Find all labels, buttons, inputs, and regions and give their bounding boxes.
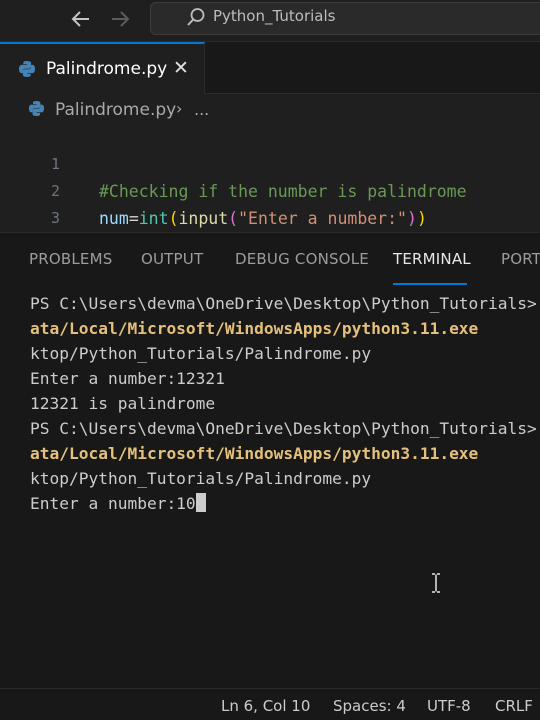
search-text: Python_Tutorials <box>213 7 336 25</box>
tab-debug-console[interactable]: DEBUG CONSOLE <box>235 250 369 268</box>
forward-arrow-icon[interactable] <box>107 6 133 32</box>
status-encoding[interactable]: UTF-8 <box>427 697 471 715</box>
code-line: 4 rev=0 <box>0 205 540 232</box>
python-icon <box>28 100 45 117</box>
status-cursor-position[interactable]: Ln 6, Col 10 <box>221 697 310 715</box>
breadcrumb: Palindrome.py › ... <box>0 94 540 124</box>
tab-problems[interactable]: PROBLEMS <box>29 250 112 268</box>
text-cursor-icon <box>431 573 441 593</box>
terminal-cursor <box>195 493 206 512</box>
terminal-line: ktop/Python_Tutorials/Palindrome.py <box>30 344 372 363</box>
bottom-panel: PROBLEMS OUTPUT DEBUG CONSOLE TERMINAL P… <box>0 232 540 688</box>
tab-terminal[interactable]: TERMINAL <box>393 250 471 268</box>
command-center-search[interactable] <box>150 2 540 35</box>
breadcrumb-separator: › <box>176 99 183 118</box>
tab-output[interactable]: OUTPUT <box>141 250 203 268</box>
code-line: 3 temp=num <box>0 178 540 227</box>
breadcrumb-more[interactable]: ... <box>194 100 209 119</box>
editor-tab-bar: Palindrome.py ✕ <box>0 42 540 94</box>
python-icon <box>18 60 36 78</box>
status-indentation[interactable]: Spaces: 4 <box>333 697 406 715</box>
terminal-line: PS C:\Users\devma\OneDrive\Desktop\Pytho… <box>30 294 537 313</box>
terminal-line: Enter a number:12321 <box>30 369 225 388</box>
terminal-output[interactable]: PS C:\Users\devma\OneDrive\Desktop\Pytho… <box>30 291 540 516</box>
tab-palindrome-py[interactable]: Palindrome.py ✕ <box>0 42 205 94</box>
terminal-line: PS C:\Users\devma\OneDrive\Desktop\Pytho… <box>30 419 537 438</box>
search-icon <box>186 7 206 27</box>
breadcrumb-file[interactable]: Palindrome.py <box>55 100 176 120</box>
status-line-ending[interactable]: CRLF <box>495 697 533 715</box>
terminal-line: ata/Local/Microsoft/WindowsApps/python3.… <box>30 444 479 463</box>
back-arrow-icon[interactable] <box>68 6 94 32</box>
code-editor[interactable]: 1 #Checking if the number is palindrome … <box>0 124 540 232</box>
active-tab-indicator <box>393 283 467 285</box>
tab-label: Palindrome.py <box>46 59 168 79</box>
tab-ports[interactable]: PORTS <box>501 250 540 268</box>
terminal-input-line[interactable]: Enter a number:10 <box>30 491 540 516</box>
terminal-line: ata/Local/Microsoft/WindowsApps/python3.… <box>30 319 479 338</box>
close-icon[interactable]: ✕ <box>173 56 189 80</box>
terminal-prompt-text: Enter a number:10 <box>30 494 196 513</box>
code-line: 2 num=int(input("Enter a number:")) <box>0 151 540 228</box>
status-bar: Ln 6, Col 10 Spaces: 4 UTF-8 CRLF <box>0 688 540 720</box>
title-bar: Python_Tutorials <box>0 0 540 42</box>
terminal-line: 12321 is palindrome <box>30 394 216 413</box>
code-line: 1 #Checking if the number is palindrome <box>0 124 540 201</box>
terminal-line: ktop/Python_Tutorials/Palindrome.py <box>30 469 372 488</box>
